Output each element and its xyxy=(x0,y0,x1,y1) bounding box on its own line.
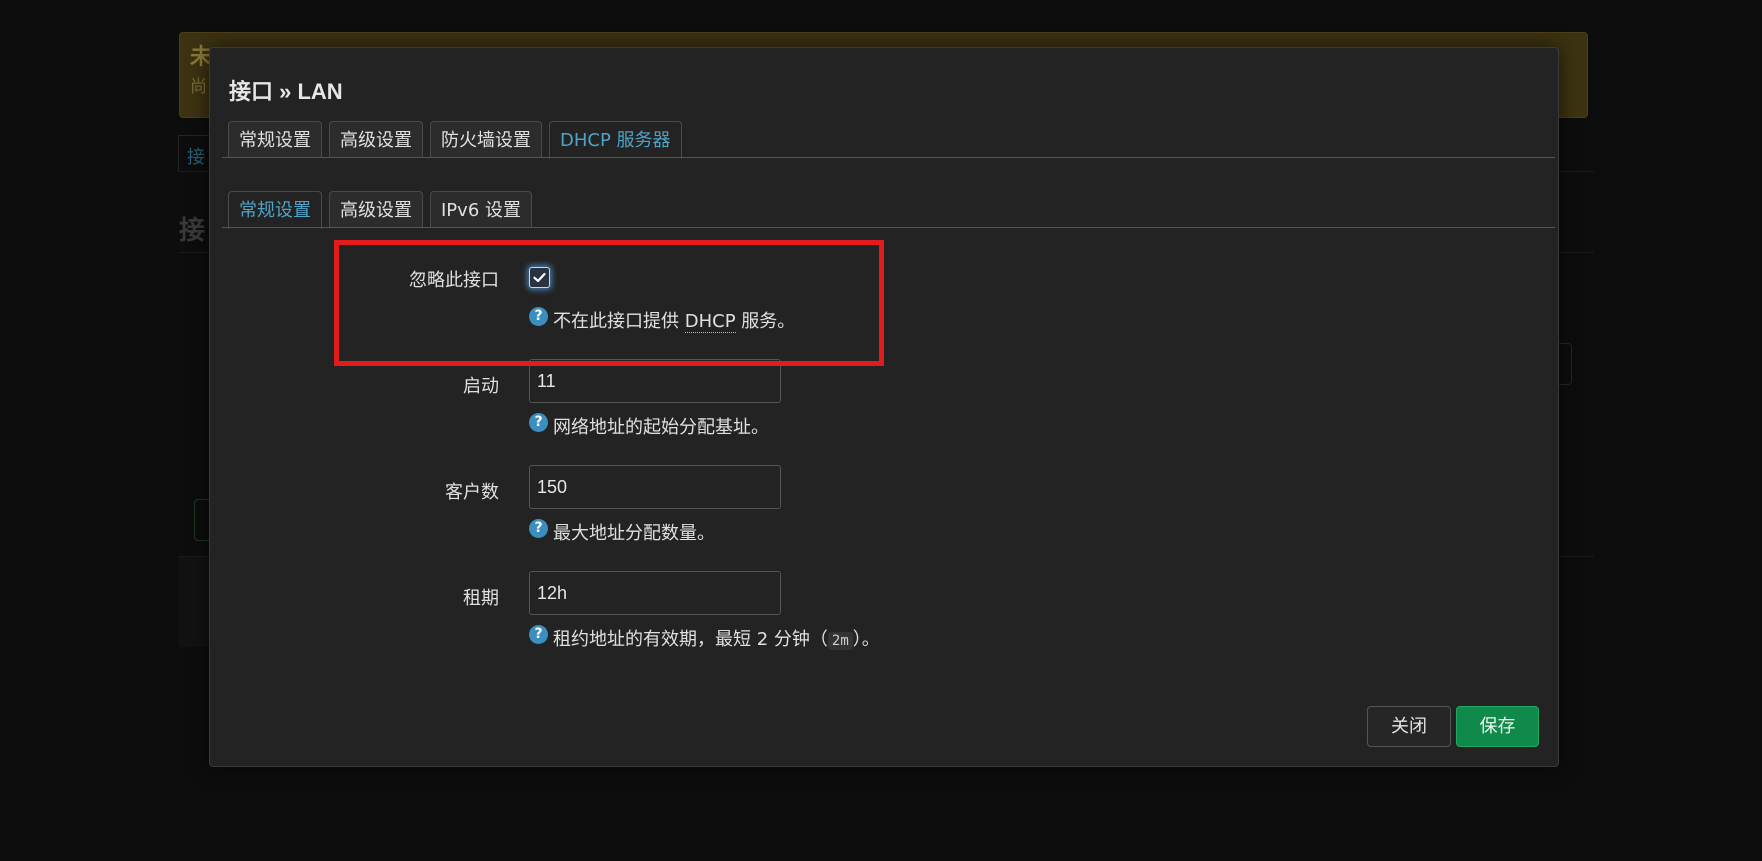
dhcp-abbreviation: DHCP xyxy=(684,311,736,333)
main-tabs: 常规设置 高级设置 防火墙设置 DHCP 服务器 xyxy=(228,121,682,159)
modal-title: 接口 » LAN xyxy=(229,79,343,104)
help-text: 最大地址分配数量。 xyxy=(553,523,715,544)
ignore-interface-checkbox[interactable] xyxy=(529,267,550,288)
lease-time-input[interactable] xyxy=(529,571,781,615)
tab-firewall-settings[interactable]: 防火墙设置 xyxy=(430,121,542,158)
help-text: 网络地址的起始分配基址。 xyxy=(553,417,769,438)
background-heading: 接 xyxy=(179,216,206,246)
help-text-suffix: 服务。 xyxy=(735,311,796,332)
help-text: 不在此接口提供 DHCP 服务。 xyxy=(553,307,795,333)
help-text-suffix: ）。 xyxy=(852,629,880,650)
subtab-ipv6-settings[interactable]: IPv6 设置 xyxy=(430,191,532,228)
ignore-interface-label: 忽略此接口 xyxy=(409,270,499,291)
question-circle-icon: ? xyxy=(529,625,548,644)
question-circle-icon: ? xyxy=(529,307,548,326)
question-circle-icon: ? xyxy=(529,519,548,538)
lease-time-help: ? 租约地址的有效期，最短 2 分钟（ 2m）。 xyxy=(529,625,880,651)
client-limit-help: ? 最大地址分配数量。 xyxy=(529,519,715,545)
question-circle-icon: ? xyxy=(529,413,548,432)
client-limit-label: 客户数 xyxy=(445,482,499,503)
help-text-prefix: 租约地址的有效期，最短 2 分钟（ xyxy=(553,629,828,650)
start-help: ? 网络地址的起始分配基址。 xyxy=(529,413,769,439)
checkmark-icon xyxy=(533,272,546,283)
save-button[interactable]: 保存 xyxy=(1456,706,1539,747)
tab-advanced-settings[interactable]: 高级设置 xyxy=(329,121,423,158)
start-label: 启动 xyxy=(463,376,499,397)
dhcp-sub-tabs: 常规设置 高级设置 IPv6 设置 xyxy=(228,191,532,229)
tabs-divider xyxy=(222,157,1555,158)
help-text: 租约地址的有效期，最短 2 分钟（ 2m）。 xyxy=(553,625,880,651)
code-snippet: 2m xyxy=(827,632,853,650)
subtab-general-settings[interactable]: 常规设置 xyxy=(228,191,322,229)
background-panel xyxy=(179,557,209,647)
subtab-advanced-settings[interactable]: 高级设置 xyxy=(329,191,423,228)
ignore-interface-help: ? 不在此接口提供 DHCP 服务。 xyxy=(529,307,795,333)
client-limit-input[interactable] xyxy=(529,465,781,509)
subtabs-divider xyxy=(222,227,1555,228)
help-text-prefix: 不在此接口提供 xyxy=(553,311,685,332)
close-button[interactable]: 关闭 xyxy=(1367,706,1451,747)
start-input[interactable] xyxy=(529,359,781,403)
lease-time-label: 租期 xyxy=(463,588,499,609)
tab-dhcp-server[interactable]: DHCP 服务器 xyxy=(549,121,682,159)
tab-general-settings[interactable]: 常规设置 xyxy=(228,121,322,158)
interface-settings-modal: 接口 » LAN 常规设置 高级设置 防火墙设置 DHCP 服务器 常规设置 高… xyxy=(209,47,1559,767)
page: 未 尚 接 接 接口 » LAN 常规设置 高级设置 防火墙设置 DHCP 服务… xyxy=(0,0,1762,861)
